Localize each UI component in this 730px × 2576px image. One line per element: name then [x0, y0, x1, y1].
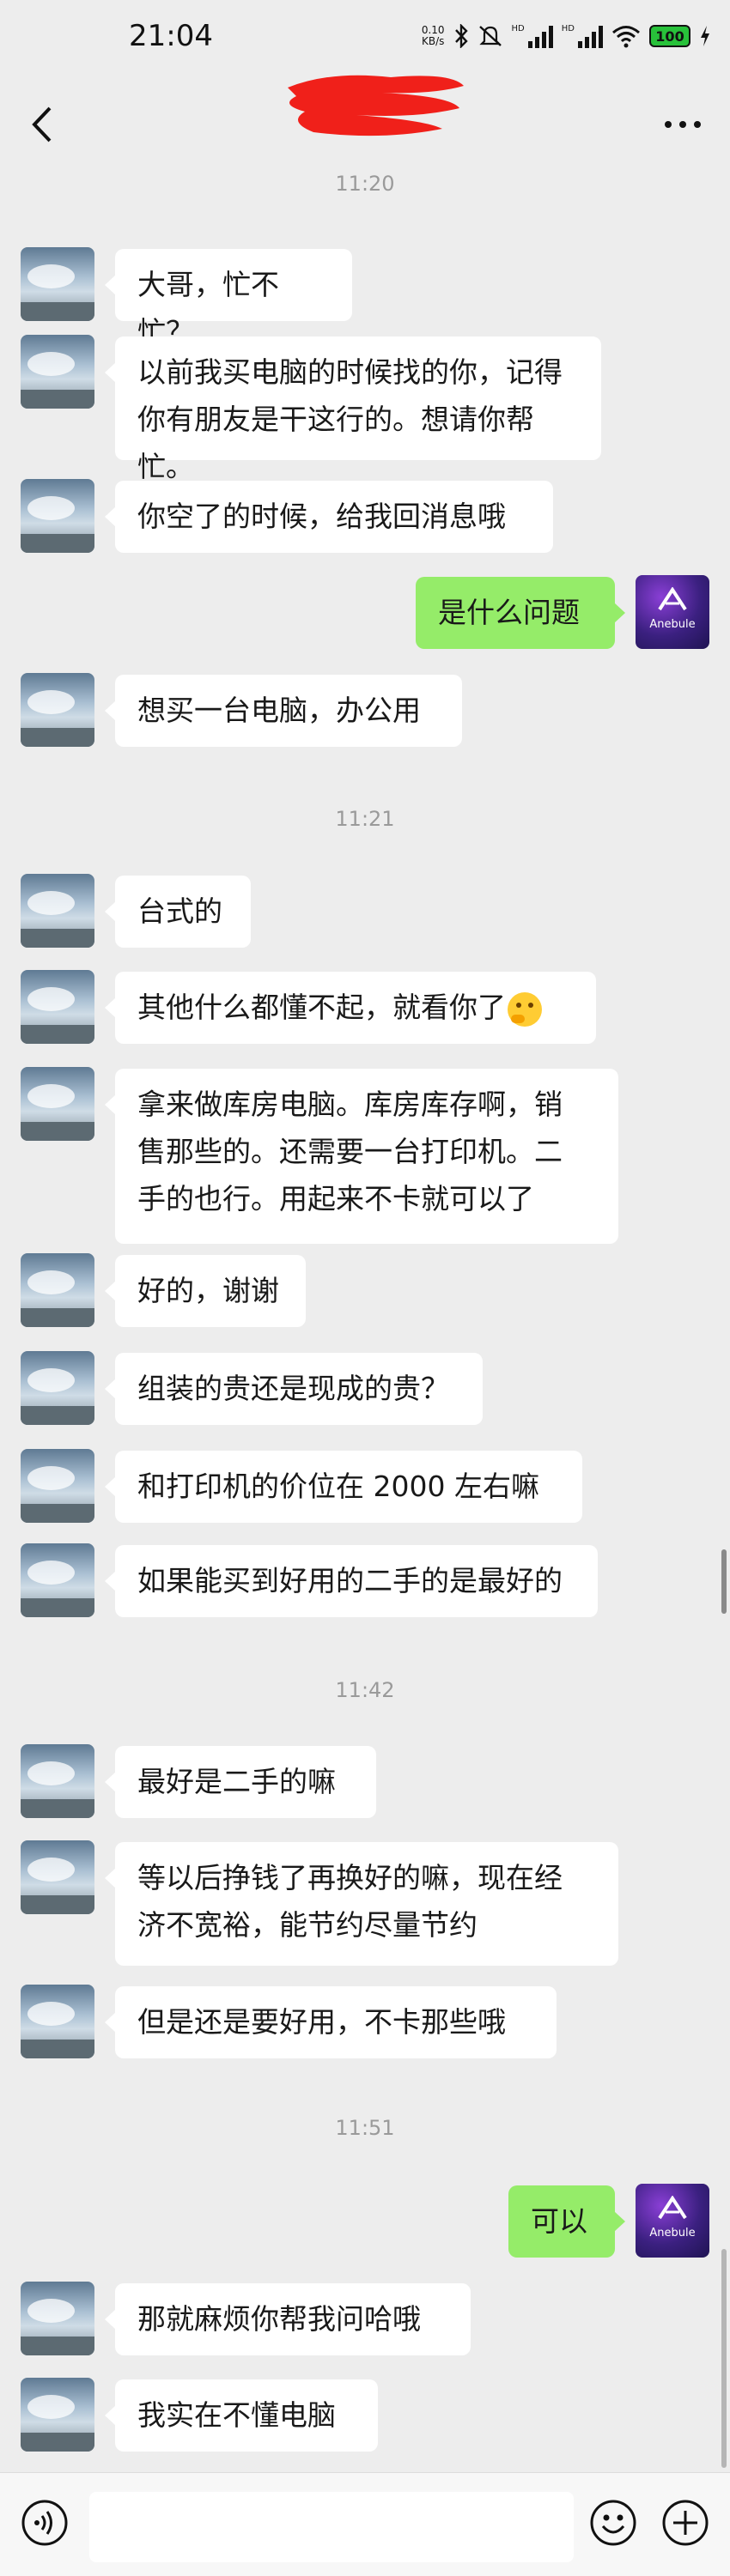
received-message[interactable]: 但是还是要好用，不卡那些哦	[105, 1986, 557, 2058]
contact-avatar[interactable]	[21, 1067, 94, 1141]
contact-avatar[interactable]	[21, 874, 94, 948]
contact-name-redaction	[288, 75, 464, 136]
my-avatar[interactable]: Anebule	[636, 575, 709, 649]
received-message[interactable]: 拿来做库房电脑。库房库存啊，销 售那些的。还需要一台打印机。二 手的也行。用起来…	[105, 1069, 618, 1244]
contact-avatar[interactable]	[21, 1449, 94, 1523]
received-message[interactable]: 组装的贵还是现成的贵？	[105, 1353, 483, 1425]
message-text: 我实在不懂电脑	[137, 2398, 336, 2432]
contact-avatar[interactable]	[21, 673, 94, 747]
avatar-logo-text: Anebule	[649, 618, 696, 631]
sent-message[interactable]: 可以	[508, 2185, 625, 2258]
received-message[interactable]: 其他什么都懂不起，就看你了	[105, 972, 596, 1044]
received-message[interactable]: 我实在不懂电脑	[105, 2379, 378, 2452]
message-text: 其他什么都懂不起，就看你了	[137, 991, 506, 1024]
bluetooth-icon	[454, 24, 468, 48]
battery-indicator: 100	[649, 25, 690, 47]
contact-avatar[interactable]	[21, 1351, 94, 1425]
charging-icon	[701, 26, 709, 46]
message-text: 如果能买到好用的二手的是最好的	[137, 1564, 563, 1597]
sent-message[interactable]: 是什么问题	[416, 577, 625, 649]
signal-icon-1: HD	[512, 24, 553, 48]
message-text: 你空了的时候，给我回消息哦	[137, 500, 506, 533]
back-arrow-icon[interactable]	[26, 103, 60, 146]
received-message[interactable]: 台式的	[105, 876, 251, 948]
contact-avatar[interactable]	[21, 970, 94, 1044]
mute-icon	[478, 26, 502, 46]
message-text: 拿来做库房电脑。库房库存啊，销 售那些的。还需要一台打印机。二 手的也行。用起来…	[137, 1088, 563, 1215]
received-message[interactable]: 想买一台电脑，办公用	[105, 675, 462, 747]
message-input[interactable]	[89, 2492, 574, 2562]
received-message[interactable]: 最好是二手的嘛	[105, 1746, 376, 1818]
scrollbar[interactable]	[721, 1549, 727, 1614]
received-message[interactable]: 那就麻烦你帮我问哈哦	[105, 2283, 471, 2355]
emoji-smile-icon[interactable]	[589, 2499, 637, 2547]
timestamp: 11:21	[335, 807, 395, 831]
my-avatar[interactable]: Anebule	[636, 2184, 709, 2258]
contact-avatar[interactable]	[21, 2282, 94, 2355]
timestamp: 11:42	[335, 1678, 395, 1702]
contact-avatar[interactable]	[21, 335, 94, 409]
contact-avatar[interactable]	[21, 479, 94, 553]
contact-avatar[interactable]	[21, 2378, 94, 2452]
network-speed: 0.10 KB/s	[421, 24, 445, 47]
received-message[interactable]: 等以后挣钱了再换好的嘛，现在经 济不宽裕，能节约尽量节约	[105, 1842, 618, 1966]
input-bar	[0, 2472, 730, 2576]
timestamp: 11:20	[335, 172, 395, 196]
contact-avatar[interactable]	[21, 1744, 94, 1818]
anebule-logo-icon	[658, 587, 687, 611]
message-text: 等以后挣钱了再换好的嘛，现在经 济不宽裕，能节约尽量节约	[137, 1861, 563, 1942]
wifi-icon	[612, 26, 640, 48]
contact-avatar[interactable]	[21, 1840, 94, 1914]
thinking-emoji-icon	[508, 991, 542, 1027]
message-text: 和打印机的价位在 2000 左右嘛	[137, 1470, 539, 1503]
contact-avatar[interactable]	[21, 1543, 94, 1617]
message-text: 想买一台电脑，办公用	[137, 694, 421, 727]
message-text: 可以	[531, 2204, 587, 2238]
contact-avatar[interactable]	[21, 1253, 94, 1327]
plus-icon[interactable]	[661, 2499, 709, 2547]
message-text: 那就麻烦你帮我问哈哦	[137, 2302, 421, 2336]
scrollbar-track-lower	[721, 2249, 727, 2468]
timestamp: 11:51	[335, 2116, 395, 2140]
contact-avatar[interactable]	[21, 1985, 94, 2058]
received-message[interactable]: 好的，谢谢	[105, 1255, 306, 1327]
voice-icon[interactable]	[21, 2499, 69, 2547]
message-text: 最好是二手的嘛	[137, 1765, 336, 1798]
anebule-logo-icon	[658, 2196, 687, 2220]
more-dots-icon[interactable]	[661, 112, 704, 137]
received-message[interactable]: 如果能买到好用的二手的是最好的	[105, 1545, 598, 1617]
received-message[interactable]: 你空了的时候，给我回消息哦	[105, 481, 553, 553]
message-text: 但是还是要好用，不卡那些哦	[137, 2005, 506, 2039]
message-text: 是什么问题	[438, 596, 580, 629]
status-time: 21:04	[129, 19, 213, 53]
message-text: 以前我买电脑的时候找的你，记得 你有朋友是干这行的。想请你帮忙。	[137, 355, 563, 483]
received-message[interactable]: 以前我买电脑的时候找的你，记得 你有朋友是干这行的。想请你帮忙。	[105, 336, 601, 483]
contact-avatar[interactable]	[21, 247, 94, 321]
message-text: 台式的	[137, 894, 222, 928]
received-message[interactable]: 和打印机的价位在 2000 左右嘛	[105, 1451, 582, 1523]
status-icons: 0.10 KB/s HD HD 100	[422, 24, 711, 48]
signal-icon-2: HD	[562, 24, 603, 48]
message-text: 组装的贵还是现成的贵？	[137, 1372, 449, 1405]
avatar-logo-text: Anebule	[649, 2227, 696, 2240]
received-message[interactable]: 大哥，忙不忙？	[105, 249, 352, 349]
message-text: 好的，谢谢	[137, 1274, 279, 1307]
status-bar: 21:04 0.10 KB/s HD HD 100	[0, 0, 730, 77]
